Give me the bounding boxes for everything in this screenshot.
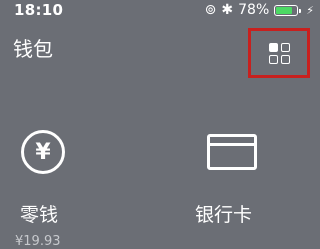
change-balance: ¥19.93 xyxy=(15,234,61,249)
grid-menu-button[interactable] xyxy=(248,28,310,78)
charging-icon: ⚡ xyxy=(306,3,314,17)
grid-icon xyxy=(268,42,290,64)
battery-icon xyxy=(274,4,302,16)
status-time: 18:10 xyxy=(14,1,64,19)
change-wallet-tile[interactable]: ¥ 零钱 ¥19.93 xyxy=(0,120,160,249)
status-bar: 18:10 ⊚ ✱ 78% ⚡ xyxy=(0,0,320,20)
bank-card-icon xyxy=(207,134,257,170)
yuan-coin-icon: ¥ xyxy=(21,130,65,174)
battery-fill xyxy=(276,6,292,14)
change-label: 零钱 xyxy=(20,204,59,226)
battery-percent: 78% xyxy=(238,2,270,18)
bluetooth-icon: ✱ xyxy=(221,2,234,18)
status-icons: ⊚ ✱ 78% ⚡ xyxy=(205,2,314,18)
page-title: 钱包 xyxy=(13,37,53,61)
bank-card-tile[interactable]: 银行卡 xyxy=(160,120,320,240)
orientation-lock-icon: ⊚ xyxy=(204,2,217,18)
bank-card-label: 银行卡 xyxy=(195,204,253,226)
